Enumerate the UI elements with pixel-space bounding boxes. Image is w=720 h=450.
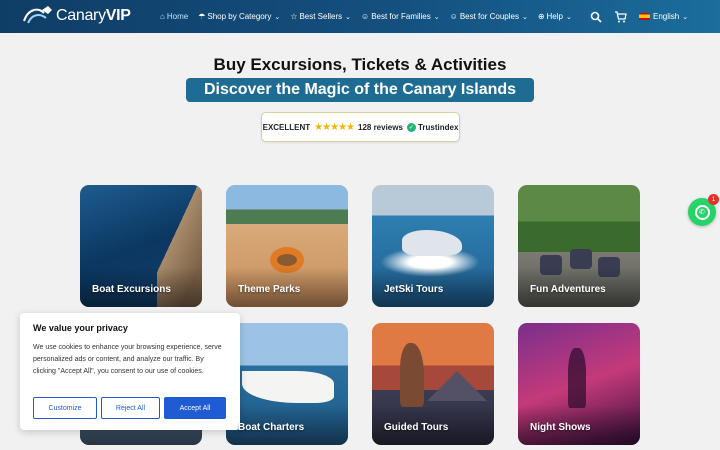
card-image [242, 371, 334, 403]
accept-all-button[interactable]: Accept All [164, 397, 226, 419]
nav-item-home[interactable]: ⌂ Home [160, 12, 188, 21]
logo-wave-icon [23, 6, 52, 24]
trustindex-label: Trustindex [417, 122, 459, 132]
category-card-guided-tours[interactable]: Guided Tours [372, 323, 494, 445]
chevron-down-icon: ⌄ [565, 13, 572, 21]
card-image [400, 343, 424, 407]
star-icon: ☆ [290, 12, 298, 21]
home-icon: ⌂ [160, 12, 165, 21]
category-card-theme-parks[interactable]: Theme Parks [226, 185, 348, 307]
page-subtitle: Discover the Magic of the Canary Islands [186, 78, 534, 102]
card-label: Boat Excursions [92, 284, 171, 295]
rating-label: EXCELLENT [262, 122, 311, 132]
trustindex-badge[interactable]: EXCELLENT ★★★★★ 128 reviews ✓ Trustindex [261, 112, 460, 142]
category-card-boat-charters[interactable]: Boat Charters [226, 323, 348, 445]
card-label: Fun Adventures [530, 284, 606, 295]
card-label: Night Shows [530, 422, 591, 433]
card-image [570, 249, 592, 269]
nav-item-label: Help [546, 12, 563, 21]
nav-item-label: Best for Families [371, 12, 431, 21]
cookie-actions: Customize Reject All Accept All [33, 397, 230, 419]
family-icon: ☺ [361, 12, 370, 21]
nav-item-best-for-families[interactable]: ☺ Best for Families ⌄ [361, 12, 440, 21]
nav-item-label: Shop by Category [207, 12, 272, 21]
card-label: Theme Parks [238, 284, 301, 295]
chevron-down-icon: ⌄ [521, 13, 528, 21]
nav-item-best-for-couples[interactable]: ☺ Best for Couples ⌄ [450, 12, 528, 21]
logo-text: CanaryVIP [56, 7, 131, 24]
umbrella-icon: ☂ [198, 12, 206, 21]
card-image [402, 230, 462, 256]
card-label: JetSki Tours [384, 284, 444, 295]
check-icon: ✓ [406, 122, 416, 132]
language-label: English [653, 12, 680, 21]
cart-icon[interactable] [614, 10, 627, 23]
reject-all-button[interactable]: Reject All [101, 397, 160, 419]
spain-flag-icon [639, 13, 650, 20]
category-card-boat-excursions[interactable]: Boat Excursions [80, 185, 202, 307]
nav-item-help[interactable]: ⊕ Help ⌄ [538, 12, 572, 21]
category-card-fun-adventures[interactable]: Fun Adventures [518, 185, 640, 307]
globe-icon: ⊕ [537, 12, 545, 21]
card-image [427, 371, 487, 401]
chevron-down-icon: ⌄ [345, 13, 352, 21]
cookie-banner: We value your privacy We use cookies to … [20, 313, 240, 430]
chevron-down-icon: ⌄ [433, 13, 440, 21]
card-image [270, 247, 304, 273]
nav-item-shop-by-category[interactable]: ☂ Shop by Category ⌄ [198, 12, 280, 21]
card-label: Guided Tours [384, 422, 449, 433]
couple-icon: ☺ [449, 12, 458, 21]
card-image [598, 257, 620, 277]
cookie-title: We value your privacy [33, 323, 128, 333]
main-menu: ⌂ Home ☂ Shop by Category ⌄ ☆ Best Selle… [160, 0, 582, 33]
whatsapp-icon: ✆ [694, 204, 710, 220]
card-image [540, 255, 562, 275]
nav-item-best-sellers[interactable]: ☆ Best Sellers ⌄ [290, 12, 351, 21]
search-icon[interactable] [590, 11, 602, 23]
nav-item-label: Best Sellers [299, 12, 343, 21]
language-selector[interactable]: English ⌄ [639, 12, 688, 21]
nav-actions: English ⌄ [590, 0, 688, 33]
card-image [568, 348, 586, 408]
chevron-down-icon: ⌄ [274, 13, 281, 21]
notification-badge: 1 [708, 194, 719, 205]
card-label: Boat Charters [238, 422, 305, 433]
logo[interactable]: CanaryVIP [22, 5, 131, 27]
cookie-text: We use cookies to enhance your browsing … [33, 344, 222, 375]
top-nav: CanaryVIP ⌂ Home ☂ Shop by Category ⌄ ☆ … [0, 0, 720, 33]
category-card-jetski-tours[interactable]: JetSki Tours [372, 185, 494, 307]
nav-item-label: Home [166, 12, 189, 21]
nav-item-label: Best for Couples [459, 12, 519, 21]
review-count: 128 reviews [358, 122, 403, 132]
chevron-down-icon: ⌄ [682, 13, 689, 21]
category-card-night-shows[interactable]: Night Shows [518, 323, 640, 445]
page-title: Buy Excursions, Tickets & Activities [213, 55, 507, 74]
customize-button[interactable]: Customize [33, 397, 97, 419]
stars-icon: ★★★★★ [314, 121, 355, 133]
